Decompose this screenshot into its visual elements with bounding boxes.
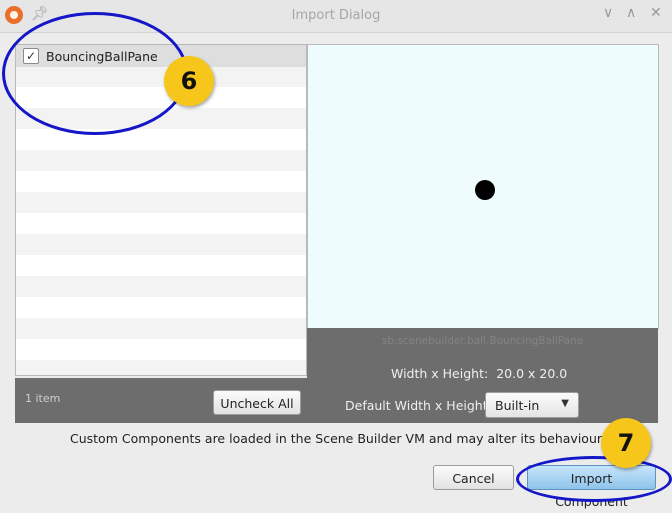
ball-preview [475, 180, 495, 200]
default-size-label: Default Width x Height: [345, 398, 492, 413]
maximize-icon[interactable]: ∧ [626, 5, 636, 21]
annotation-ring-7 [516, 456, 672, 502]
annotation-badge-6: 6 [164, 56, 214, 106]
list-footer: 1 item Uncheck All [15, 378, 307, 423]
annotation-ring-6 [2, 12, 188, 135]
size-row: Width x Height: 20.0 x 20.0 [391, 366, 567, 381]
cancel-button[interactable]: Cancel [433, 465, 514, 490]
component-class-name: sb.scenebuilder.ball.BouncingBallPane [381, 335, 584, 347]
default-size-select[interactable]: Built-in ▼ [485, 392, 579, 418]
size-label: Width x Height: [391, 366, 489, 381]
component-preview [307, 44, 659, 329]
vm-notice: Custom Components are loaded in the Scen… [69, 431, 603, 446]
size-value: 20.0 x 20.0 [496, 366, 568, 381]
item-count: 1 item [25, 392, 61, 405]
minimize-icon[interactable]: ∨ [603, 5, 613, 21]
annotation-badge-7: 7 [601, 418, 651, 468]
chevron-down-icon: ▼ [561, 398, 569, 409]
component-info-panel: sb.scenebuilder.ball.BouncingBallPane Wi… [307, 328, 658, 423]
default-size-value: Built-in [495, 398, 540, 413]
close-icon[interactable]: ✕ [650, 5, 662, 21]
uncheck-all-button[interactable]: Uncheck All [213, 390, 301, 415]
